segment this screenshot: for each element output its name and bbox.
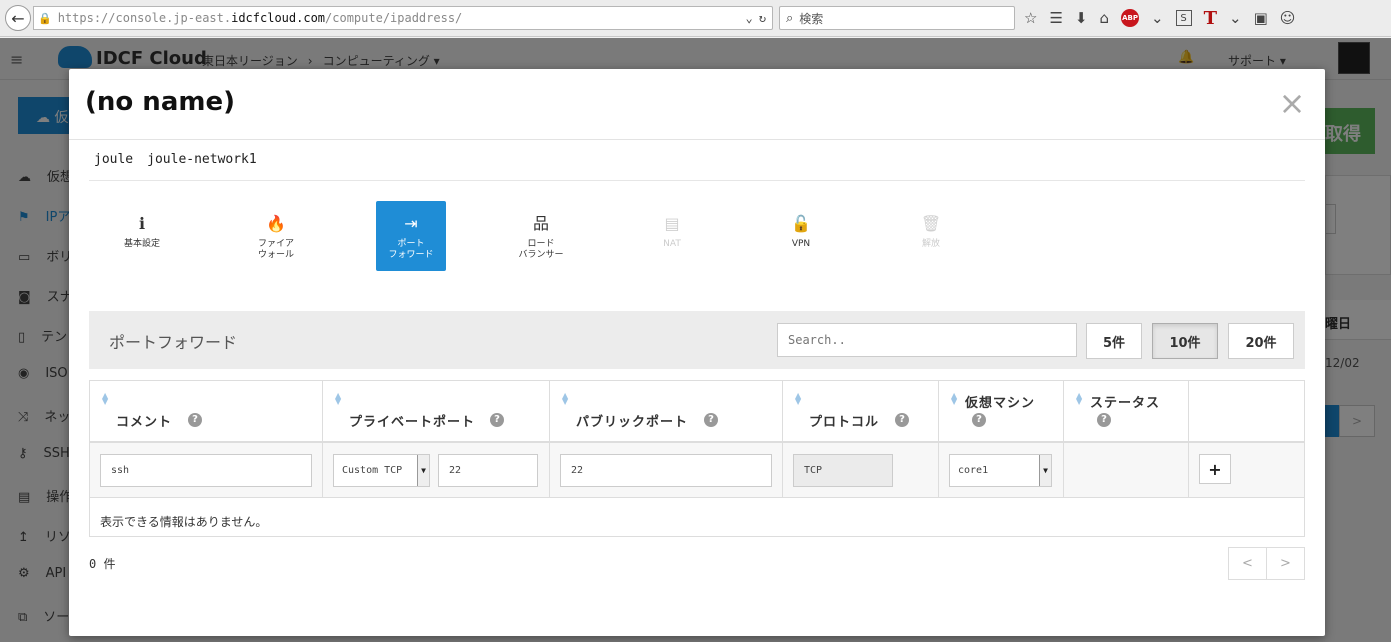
cell-comment: ssh [90, 443, 323, 498]
ip-address-modal: (no name) × joule joule-network1 ℹ 基本設定 🔥… [69, 69, 1325, 636]
public-port-input[interactable]: 22 [560, 454, 772, 487]
cell-actions: + [1189, 443, 1304, 498]
new-rule-row: ssh Custom TCP ▼ 22 22 TCP core1 ▼ + [90, 443, 1304, 498]
tab-release: 🗑 解放 [896, 201, 966, 271]
tab-nat: ▤ NAT [637, 201, 707, 271]
help-icon[interactable]: ? [972, 413, 986, 427]
column-header-protocol[interactable]: ▲ ▼ プロトコル ? [783, 381, 939, 441]
select-arrow-icon: ▼ [1039, 455, 1051, 486]
nat-icon: ▤ [664, 214, 680, 233]
help-icon[interactable]: ? [188, 413, 202, 427]
tab-firewall[interactable]: 🔥 ファイア ウォール [241, 201, 311, 271]
dropdown-icon[interactable]: ⌄ [746, 11, 753, 25]
extension-person-icon[interactable]: ☺ [1280, 9, 1296, 27]
fire-icon: 🔥 [266, 214, 286, 233]
download-icon[interactable]: ⬇ [1075, 9, 1088, 27]
close-icon[interactable]: × [1277, 87, 1307, 119]
sign-in-icon: ⇥ [404, 214, 418, 233]
extension-t-icon[interactable]: T [1204, 8, 1217, 29]
column-header-vm[interactable]: ▲ ▼ 仮想マシン ? [939, 381, 1064, 441]
empty-message: 表示できる情報はありません。 [100, 515, 268, 529]
reader-icon[interactable]: ☰ [1049, 9, 1062, 27]
tab-port-forward[interactable]: ⇥ ポート フォワード [376, 201, 446, 271]
help-icon[interactable]: ? [1097, 413, 1111, 427]
browser-toolbar: ← 🔒 https://console.jp-east.idcfcloud.co… [0, 0, 1391, 37]
section-title: ポートフォワード [109, 333, 238, 352]
private-protocol-select[interactable]: Custom TCP ▼ [333, 454, 430, 487]
info-icon: ℹ [138, 214, 146, 233]
tab-load-balancer[interactable]: 品 ロード バランサー [506, 201, 576, 271]
trash-icon: 🗑 [920, 214, 942, 233]
reload-icon[interactable]: ↻ [759, 11, 766, 25]
divider [69, 139, 1325, 140]
arrow-left-icon: ← [11, 8, 25, 28]
prev-page-button[interactable]: < [1229, 548, 1266, 579]
column-header-comment[interactable]: ▲ ▼ コメント ? [90, 381, 323, 441]
comment-input[interactable]: ssh [100, 454, 312, 487]
private-port-input[interactable]: 22 [438, 454, 538, 487]
page-size-10-button[interactable]: 10件 [1152, 323, 1218, 359]
record-count: 0 件 [89, 557, 116, 571]
cell-private-port: Custom TCP ▼ 22 [323, 443, 550, 498]
divider [89, 180, 1305, 181]
browser-search-box[interactable]: ⌕ 検索 [779, 6, 1015, 30]
cell-protocol: TCP [783, 443, 939, 498]
column-header-private-port[interactable]: ▲ ▼ プライベートポート ? [323, 381, 550, 441]
sitemap-icon: 品 [532, 214, 549, 233]
browser-search-placeholder: 検索 [799, 11, 824, 26]
help-icon[interactable]: ? [704, 413, 718, 427]
chevron-down-icon[interactable]: ⌄ [1229, 9, 1242, 27]
table-header: ▲ ▼ コメント ? ▲ ▼ プライベートポート ? ▲ ▼ パブリックポート ? ▲… [90, 381, 1304, 443]
help-icon[interactable]: ? [490, 413, 504, 427]
tab-vpn[interactable]: 🔓 VPN [766, 201, 836, 271]
vm-select[interactable]: core1 ▼ [949, 454, 1052, 487]
column-header-actions [1189, 381, 1304, 441]
sort-icon: ▲ ▼ [562, 391, 569, 406]
cell-status [1064, 443, 1189, 498]
url-text: https://console.jp-east.idcfcloud.com/co… [57, 11, 463, 25]
back-button[interactable]: ← [5, 5, 31, 31]
adblock-icon[interactable]: ABP [1121, 9, 1140, 27]
search-input[interactable] [777, 323, 1077, 357]
cell-public-port: 22 [550, 443, 783, 498]
search-icon: ⌕ [786, 10, 794, 26]
column-header-status[interactable]: ▲ ▼ ステータス ? [1064, 381, 1189, 441]
chevron-down-icon[interactable]: ⌄ [1151, 9, 1164, 27]
page-size-20-button[interactable]: 20件 [1228, 323, 1294, 359]
sort-icon: ▲ ▼ [951, 391, 958, 406]
url-bar[interactable]: 🔒 https://console.jp-east.idcfcloud.com/… [33, 6, 773, 30]
modal-title: (no name) [85, 87, 235, 117]
sort-icon: ▲ ▼ [335, 391, 342, 406]
select-arrow-icon: ▼ [417, 455, 429, 486]
pagination: < > [1228, 547, 1305, 580]
port-forward-table: ▲ ▼ コメント ? ▲ ▼ プライベートポート ? ▲ ▼ パブリックポート ? ▲… [89, 380, 1305, 537]
port-forward-toolbar: ポートフォワード 5件 10件 20件 [89, 311, 1305, 369]
sort-icon: ▲ ▼ [795, 391, 802, 406]
sort-icon: ▲ ▼ [102, 391, 109, 406]
extension-s-icon[interactable]: S [1175, 10, 1192, 26]
extension-box-icon[interactable]: ▣ [1254, 9, 1268, 27]
home-icon[interactable]: ⌂ [1099, 9, 1109, 27]
star-icon[interactable]: ☆ [1024, 9, 1037, 27]
network-breadcrumb: joule joule-network1 [94, 152, 257, 167]
network-name: joule-network1 [147, 152, 257, 167]
cell-vm: core1 ▼ [939, 443, 1064, 498]
add-rule-button[interactable]: + [1199, 454, 1231, 484]
tab-basic-settings[interactable]: ℹ 基本設定 [107, 201, 177, 271]
next-page-button[interactable]: > [1266, 548, 1304, 579]
unlock-icon: 🔓 [791, 214, 811, 233]
protocol-field: TCP [793, 454, 893, 487]
sort-icon: ▲ ▼ [1076, 391, 1083, 406]
zone-name: joule [94, 152, 134, 167]
help-icon[interactable]: ? [895, 413, 909, 427]
page-size-5-button[interactable]: 5件 [1086, 323, 1142, 359]
lock-icon: 🔒 [38, 11, 52, 25]
column-header-public-port[interactable]: ▲ ▼ パブリックポート ? [550, 381, 783, 441]
